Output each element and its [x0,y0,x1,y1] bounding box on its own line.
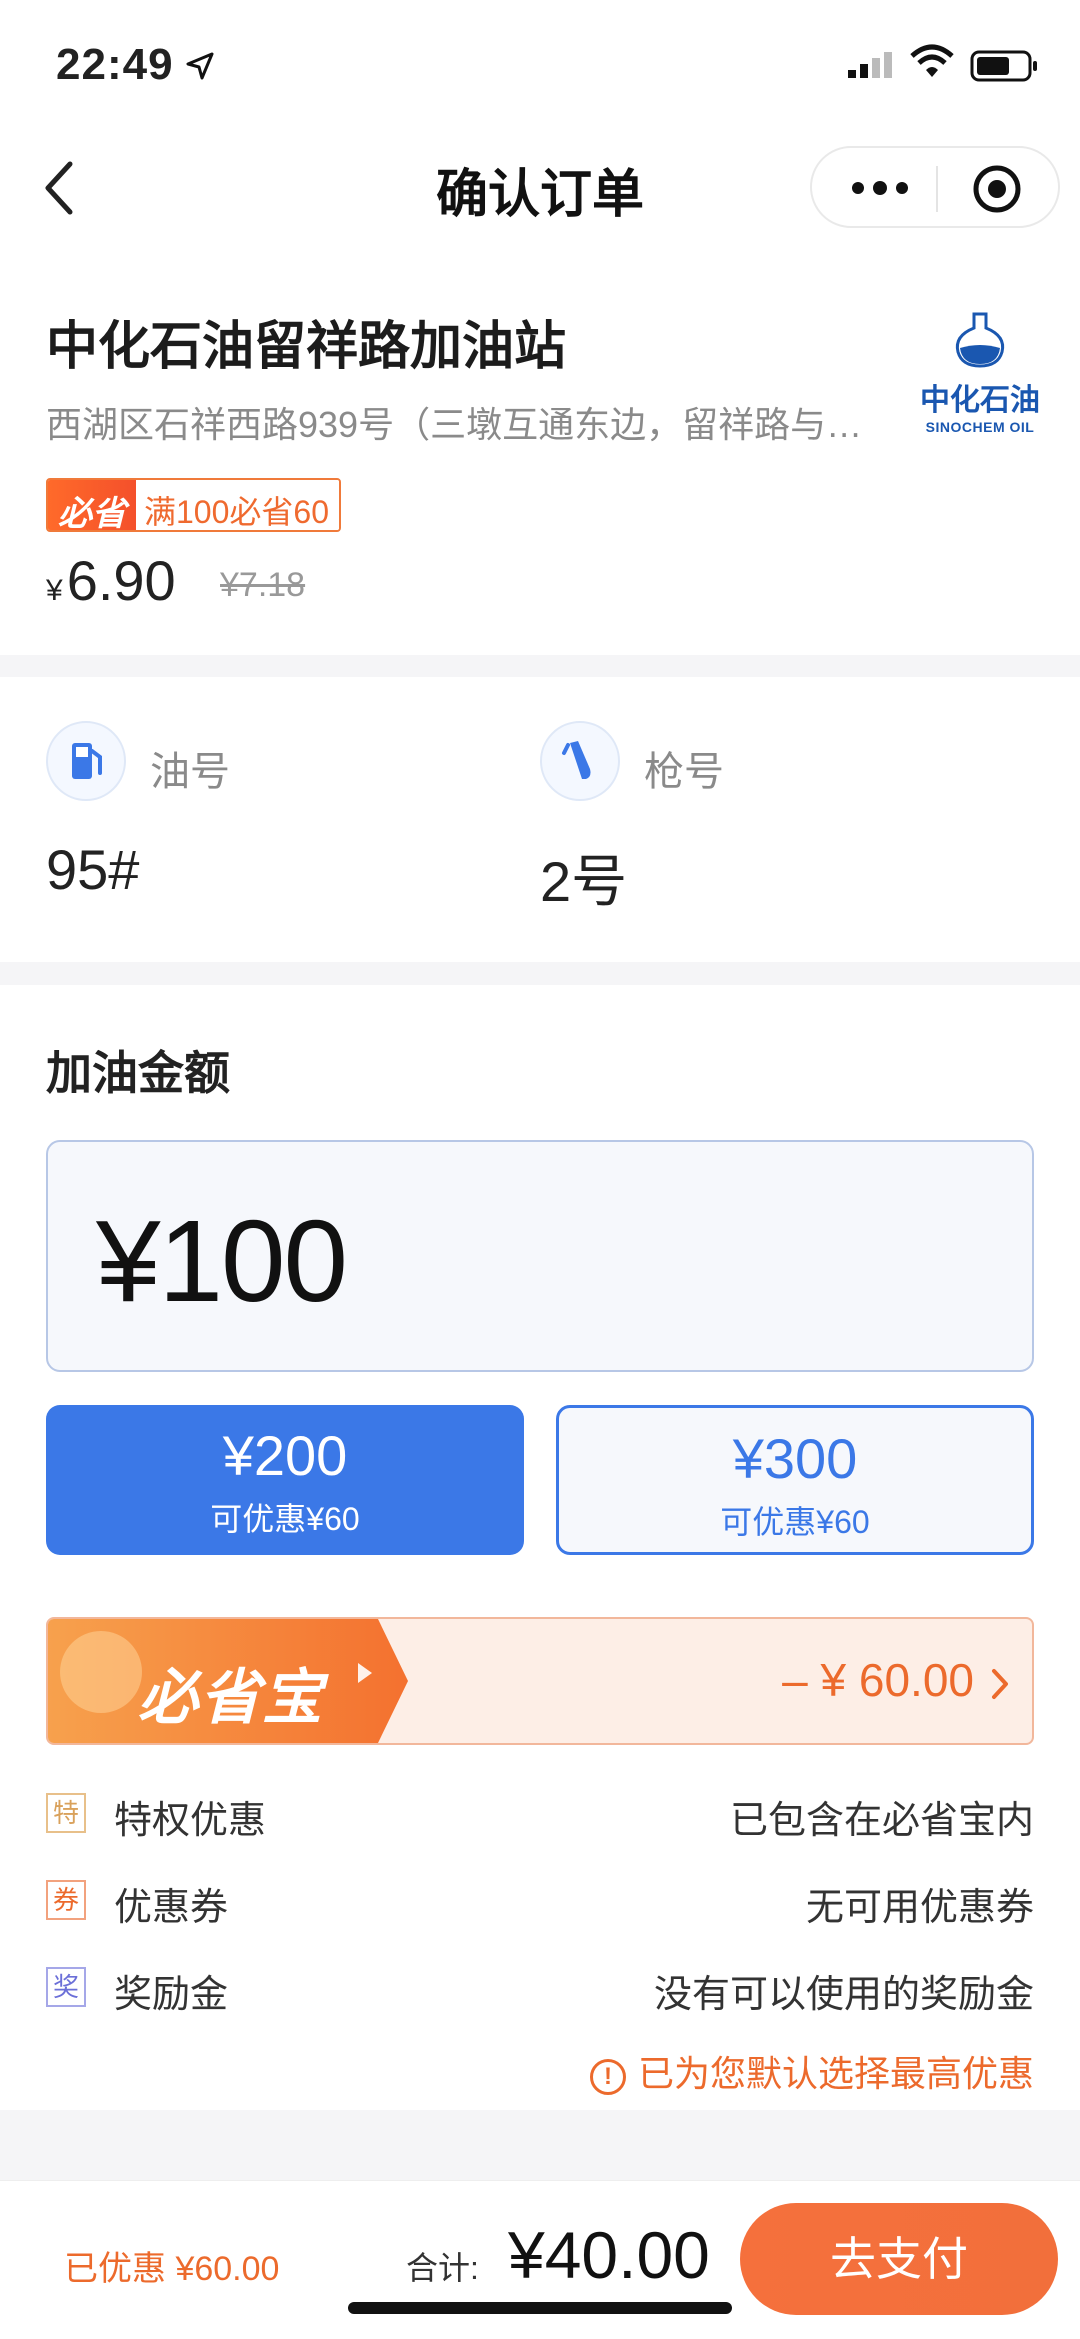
bishengbao-badge: 必省宝 [48,1619,408,1743]
amount-title: 加油金额 [46,1047,230,1099]
current-price: ¥6.90 [46,548,176,613]
station-card: 中化石油留祥路加油站 西湖区石祥西路939号（三墩互通东边，留祥路与石祥西路交叉… [0,270,1080,655]
more-icon[interactable] [850,176,910,200]
discount-value: 无可用优惠券 [805,1887,1034,1929]
privilege-badge-icon: 特 [46,1793,86,1833]
info-icon: ! [589,2059,626,2095]
saved-amount: 已优惠 ¥60.00 [64,2250,280,2288]
capsule-divider [936,166,938,212]
bishengbao-discount: – ¥ 60.00 [782,1654,974,1706]
chevron-right-icon [992,1669,1008,1699]
discount-value: 已包含在必省宝内 [729,1800,1034,1842]
bisheng-promo-tag: 必省 满100必省60 [46,478,341,532]
bishengbao-coin-icon [60,1631,142,1713]
play-arrow-icon [358,1663,372,1683]
amount-option-300[interactable]: ¥300 可优惠¥60 [556,1405,1034,1555]
price-value: 6.90 [66,549,176,612]
battery-icon [970,50,1037,82]
discount-label: 特权优惠 [114,1800,267,1842]
discount-row-privilege[interactable]: 特 特权优惠 已包含在必省宝内 [46,1785,1034,1845]
discount-value: 没有可以使用的奖励金 [653,1974,1034,2016]
option-amount: ¥200 [222,1424,348,1487]
nav-bar: 确认订单 [0,130,1080,270]
discount-label: 奖励金 [114,1974,229,2016]
bishengbao-banner[interactable]: 必省宝 – ¥ 60.00 [46,1617,1034,1745]
total-amount: ¥40.00 [508,2218,710,2292]
status-bar: 22:49 [0,0,1080,130]
option-amount: ¥300 [732,1427,858,1490]
total-label: 合计: [406,2250,479,2286]
page: 22:49 确认订单 中化石油留祥路加油站 西湖区石祥西路939号（三墩互通东边… [0,0,1080,2339]
status-time: 22:49 [56,40,174,89]
fuel-pump-icon [46,721,126,801]
gun-number-value[interactable]: 2号 [540,837,627,918]
location-arrow-icon [186,52,214,80]
amount-input-value: ¥100 [96,1196,348,1326]
best-discount-notice: ! 已为您默认选择最高优惠 [589,2045,1034,2097]
amount-input[interactable]: ¥100 [46,1140,1034,1372]
fuel-nozzle-icon [540,721,620,801]
discount-label: 优惠券 [114,1887,229,1929]
notice-text: 已为您默认选择最高优惠 [637,2053,1034,2094]
coupon-badge-icon: 券 [46,1880,86,1920]
option-discount: 可优惠¥60 [210,1501,360,1537]
oil-number-value[interactable]: 95# [46,837,139,902]
cellular-signal-icon [848,52,892,78]
discount-row-coupon[interactable]: 券 优惠券 无可用优惠券 [46,1872,1034,1932]
option-discount: 可优惠¥60 [720,1504,870,1540]
station-logo: 中化石油 SINOCHEM OIL [910,310,1050,440]
gun-number-label: 枪号 [644,750,724,794]
station-address[interactable]: 西湖区石祥西路939号（三墩互通东边，留祥路与石祥西路交叉口） [46,396,886,448]
amount-option-200[interactable]: ¥200 可优惠¥60 [46,1405,524,1555]
checkout-bar: 已优惠 ¥60.00 合计: ¥40.00 去支付 [0,2180,1080,2339]
miniprogram-capsule [810,146,1060,228]
original-price: ¥7.18 [220,566,306,604]
close-miniprogram-icon[interactable] [972,164,1022,214]
discount-row-reward[interactable]: 奖 奖励金 没有可以使用的奖励金 [46,1959,1034,2019]
amount-section: 加油金额 ¥100 ¥200 可优惠¥60 ¥300 可优惠¥60 必省宝 – … [0,985,1080,2110]
wifi-icon [910,44,954,77]
bisheng-tag-label: 必省 [48,480,136,530]
price-currency: ¥ [46,574,63,607]
home-indicator[interactable] [348,2302,732,2314]
fuel-selection: 油号 95# 枪号 2号 [0,677,1080,962]
pay-button[interactable]: 去支付 [740,2203,1058,2315]
sinochem-flask-icon [955,312,1005,368]
reward-badge-icon: 奖 [46,1967,86,2007]
bisheng-tag-desc: 满100必省60 [136,480,339,530]
logo-chinese-text: 中化石油 [920,384,1040,417]
station-name: 中化石油留祥路加油站 [46,318,567,376]
logo-english-text: SINOCHEM OIL [925,419,1035,435]
bishengbao-title: 必省宝 [138,1664,324,1731]
oil-number-label: 油号 [150,750,230,794]
